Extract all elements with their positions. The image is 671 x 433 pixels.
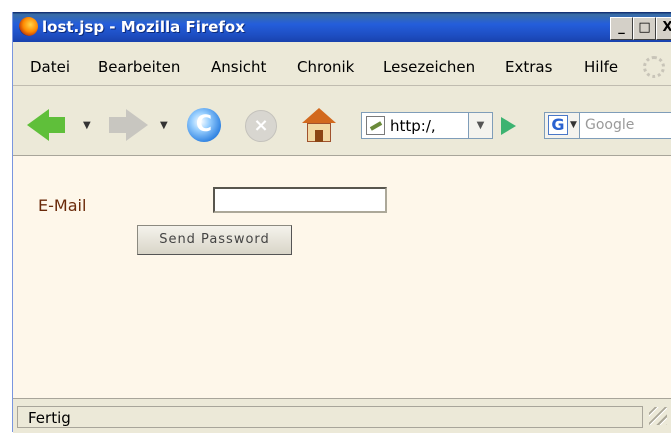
browser-window: lost.jsp - Mozilla Firefox _ □ X Datei B…: [12, 12, 671, 433]
menu-item-lesezeichen[interactable]: Lesezeichen: [383, 58, 475, 76]
toolbar-divider: [13, 85, 671, 86]
menu-item-bearbeiten[interactable]: Bearbeiten: [98, 58, 180, 76]
forward-history-dropdown-icon[interactable]: ▼: [160, 120, 168, 131]
reload-icon[interactable]: C: [187, 108, 221, 142]
email-label: E-Mail: [38, 196, 87, 215]
title-bar[interactable]: lost.jsp - Mozilla Firefox _ □ X: [13, 12, 671, 42]
forward-button[interactable]: [109, 117, 127, 133]
window-title: lost.jsp - Mozilla Firefox: [42, 18, 245, 36]
home-roof: [302, 108, 336, 123]
url-text[interactable]: http:/,: [390, 117, 436, 135]
menu-bar: Datei Bearbeiten Ansicht Chronik Lesezei…: [13, 52, 671, 78]
minimize-button[interactable]: _: [610, 17, 633, 40]
stop-icon[interactable]: ×: [245, 110, 277, 142]
close-button[interactable]: X: [656, 17, 671, 40]
forward-arrow-icon[interactable]: [126, 109, 148, 141]
page-content: E-Mail Send Password: [13, 155, 671, 404]
send-password-button[interactable]: Send Password: [137, 225, 292, 255]
menu-item-chronik[interactable]: Chronik: [297, 58, 354, 76]
search-engine-dropdown-icon: ▼: [570, 120, 577, 130]
maximize-button[interactable]: □: [633, 17, 656, 40]
menu-item-datei[interactable]: Datei: [30, 58, 70, 76]
email-field[interactable]: [213, 187, 387, 213]
status-text: Fertig: [17, 406, 643, 428]
menu-item-extras[interactable]: Extras: [505, 58, 552, 76]
home-icon[interactable]: [302, 108, 336, 142]
search-engine-selector[interactable]: G ▼: [544, 112, 580, 139]
search-input[interactable]: Google: [580, 112, 671, 139]
activity-throbber-icon: [643, 56, 665, 78]
back-arrow-icon[interactable]: [27, 109, 49, 141]
google-icon: G: [548, 115, 568, 135]
back-button[interactable]: [47, 117, 65, 133]
page-favicon-icon: [366, 116, 385, 135]
go-arrow-icon[interactable]: [501, 117, 516, 135]
menu-item-ansicht[interactable]: Ansicht: [211, 58, 266, 76]
url-bar[interactable]: http:/,: [361, 112, 469, 139]
back-history-dropdown-icon[interactable]: ▼: [83, 120, 91, 131]
resize-grip-icon[interactable]: [649, 407, 667, 425]
firefox-logo-icon: [19, 17, 38, 36]
menu-item-hilfe[interactable]: Hilfe: [584, 58, 618, 76]
status-bar: Fertig: [13, 398, 671, 433]
url-history-dropdown-icon[interactable]: ▼: [469, 112, 493, 139]
home-door: [315, 130, 323, 142]
